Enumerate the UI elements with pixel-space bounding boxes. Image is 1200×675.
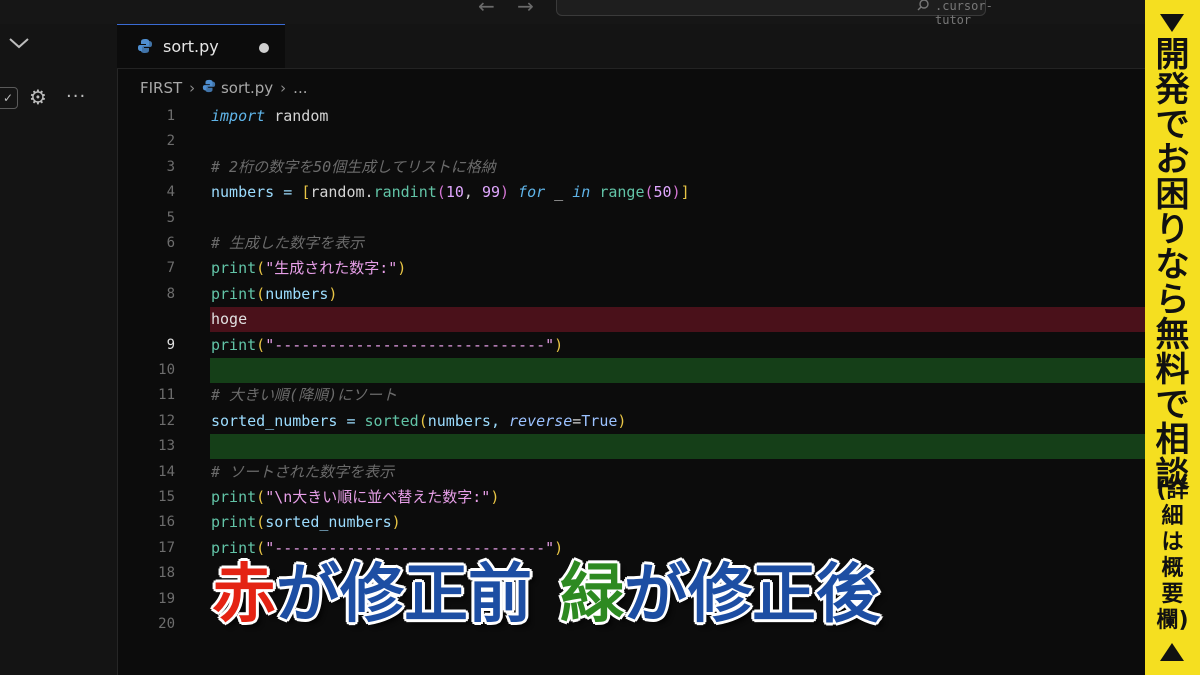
code-line[interactable]: 4 numbers = [random.randint(10, 99) for … [117,180,1145,205]
caption-green-word: 緑 [560,558,624,632]
triangle-up-icon [1160,643,1184,661]
caption-red-word: 赤 [212,558,276,632]
breadcrumb-more[interactable]: ... [293,79,307,97]
code-line[interactable]: 3 # 2桁の数字を50個生成してリストに格納 [117,155,1145,180]
line-number: 13 [158,438,175,455]
code-comment: # 生成した数字を表示 [211,234,365,252]
breadcrumb-folder[interactable]: FIRST [140,79,182,97]
breadcrumb-file[interactable]: sort.py [221,79,273,97]
sidebar: ✓ ⚙ ··· [0,24,118,675]
code-line[interactable]: 5 [117,206,1145,231]
code-line[interactable]: 6 # 生成した数字を表示 [117,231,1145,256]
chevron-down-icon[interactable] [8,34,30,55]
code-line[interactable]: 15 print("\n大きい順に並べ替えた数字:") [117,485,1145,510]
search-icon [917,0,929,11]
banner-sub-text: (詳細は概要欄) [1156,478,1189,633]
tab-sort-py[interactable]: sort.py [117,24,285,68]
line-number: 7 [166,260,175,277]
code-line[interactable]: 9 print("------------------------------"… [117,333,1145,358]
triangle-down-icon [1160,14,1184,32]
caption-part1: が修正前 [276,558,532,632]
line-number: 5 [166,209,175,226]
code-comment: # 2桁の数字を50個生成してリストに格納 [211,157,496,176]
code-line[interactable]: 8 print(numbers) [117,282,1145,307]
code-line[interactable]: 12 sorted_numbers = sorted(numbers, reve… [117,409,1145,434]
added-line[interactable]: 10 [117,358,1145,383]
diff-added-highlight [210,358,1145,383]
tab-label: sort.py [163,37,219,56]
line-number: 10 [158,362,175,378]
nav-arrows[interactable]: ← → [478,0,542,18]
line-number: 18 [158,565,175,582]
line-number: 15 [158,489,175,505]
unsaved-dot-icon[interactable] [259,43,269,53]
code-line[interactable]: 11 # 大きい順(降順)にソート [117,383,1145,408]
chevron-right-icon: › [280,78,287,97]
line-number: 14 [158,463,175,480]
deleted-code: hoge [211,310,248,329]
line-number: 6 [166,235,175,251]
more-icon[interactable]: ··· [66,86,86,107]
code-line[interactable]: 14 # ソートされた数字を表示 [117,460,1145,485]
line-number: 8 [166,285,175,302]
line-number: 20 [158,616,175,632]
code-line[interactable]: 7 print("生成された数字:") [117,256,1145,281]
line-number: 16 [158,514,175,531]
line-number: 9 [166,336,175,353]
line-number: 11 [158,387,175,404]
chevron-right-icon: › [189,78,196,97]
gear-icon[interactable]: ⚙ [29,85,47,109]
caption-part2: が修正後 [624,558,880,632]
added-line[interactable]: 13 [117,434,1145,460]
caption-overlay: 赤が修正前 緑が修正後 [212,560,880,630]
code-line[interactable]: 2 [117,129,1145,154]
line-number: 4 [166,184,175,201]
code-line[interactable]: 1 import random [117,104,1145,129]
banner-main-text: 開発でお困りなら無料で相談 [1155,35,1190,495]
python-file-icon [138,39,152,53]
title-bar: ← → .cursor-tutor [0,0,1145,27]
command-center-search[interactable]: .cursor-tutor [556,0,993,27]
diff-added-highlight [210,434,1145,460]
line-number: 17 [158,539,175,556]
tab-bar: sort.py [117,24,1145,69]
python-file-icon [202,79,216,97]
code-comment: # 大きい順(降順)にソート [211,386,398,405]
line-number: 12 [158,412,175,429]
checkbox-icon[interactable]: ✓ [0,87,18,109]
line-number: 19 [158,590,175,607]
line-number: 2 [166,133,175,150]
diff-deleted-highlight [210,307,1145,333]
code-line[interactable]: 16 print(sorted_numbers) [117,510,1145,535]
line-number: 3 [166,158,175,175]
promo-banner: 開発でお困りなら無料で相談 (詳細は概要欄) [1145,0,1200,675]
line-number: 1 [166,108,175,124]
deleted-line[interactable]: hoge [117,307,1145,333]
workspace-name: .cursor-tutor [935,0,993,27]
code-comment: # ソートされた数字を表示 [211,462,395,481]
breadcrumb: FIRST › sort.py ›... [140,78,307,102]
